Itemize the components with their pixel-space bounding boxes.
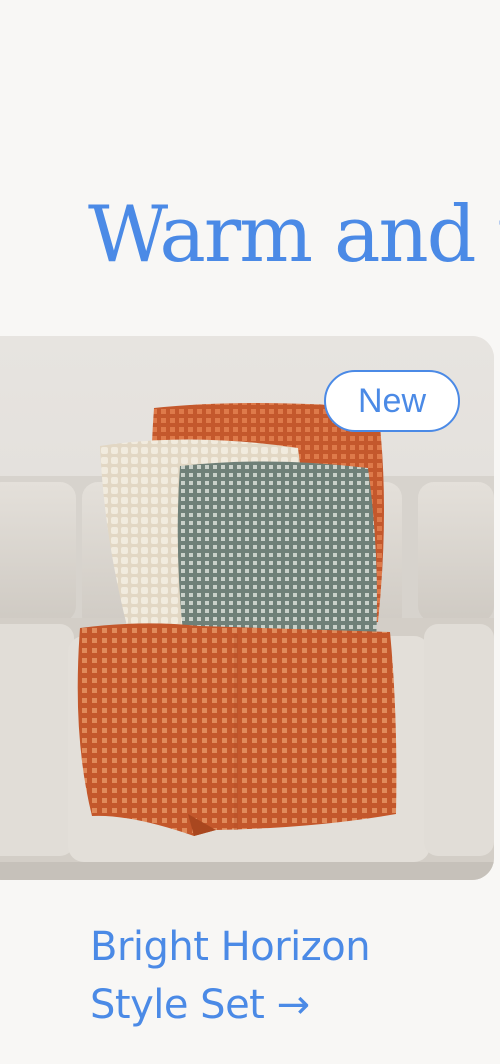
product-card[interactable]: New xyxy=(0,336,494,880)
page: Warm and t New Bright Horizon Style Set … xyxy=(0,0,500,1064)
section-headline: Warm and t xyxy=(88,190,500,280)
product-name-link[interactable]: Bright Horizon Style Set → xyxy=(90,918,490,1034)
new-badge: New xyxy=(324,370,460,432)
product-name-line-2: Style Set → xyxy=(90,982,310,1028)
product-name-line-1: Bright Horizon xyxy=(90,924,371,970)
